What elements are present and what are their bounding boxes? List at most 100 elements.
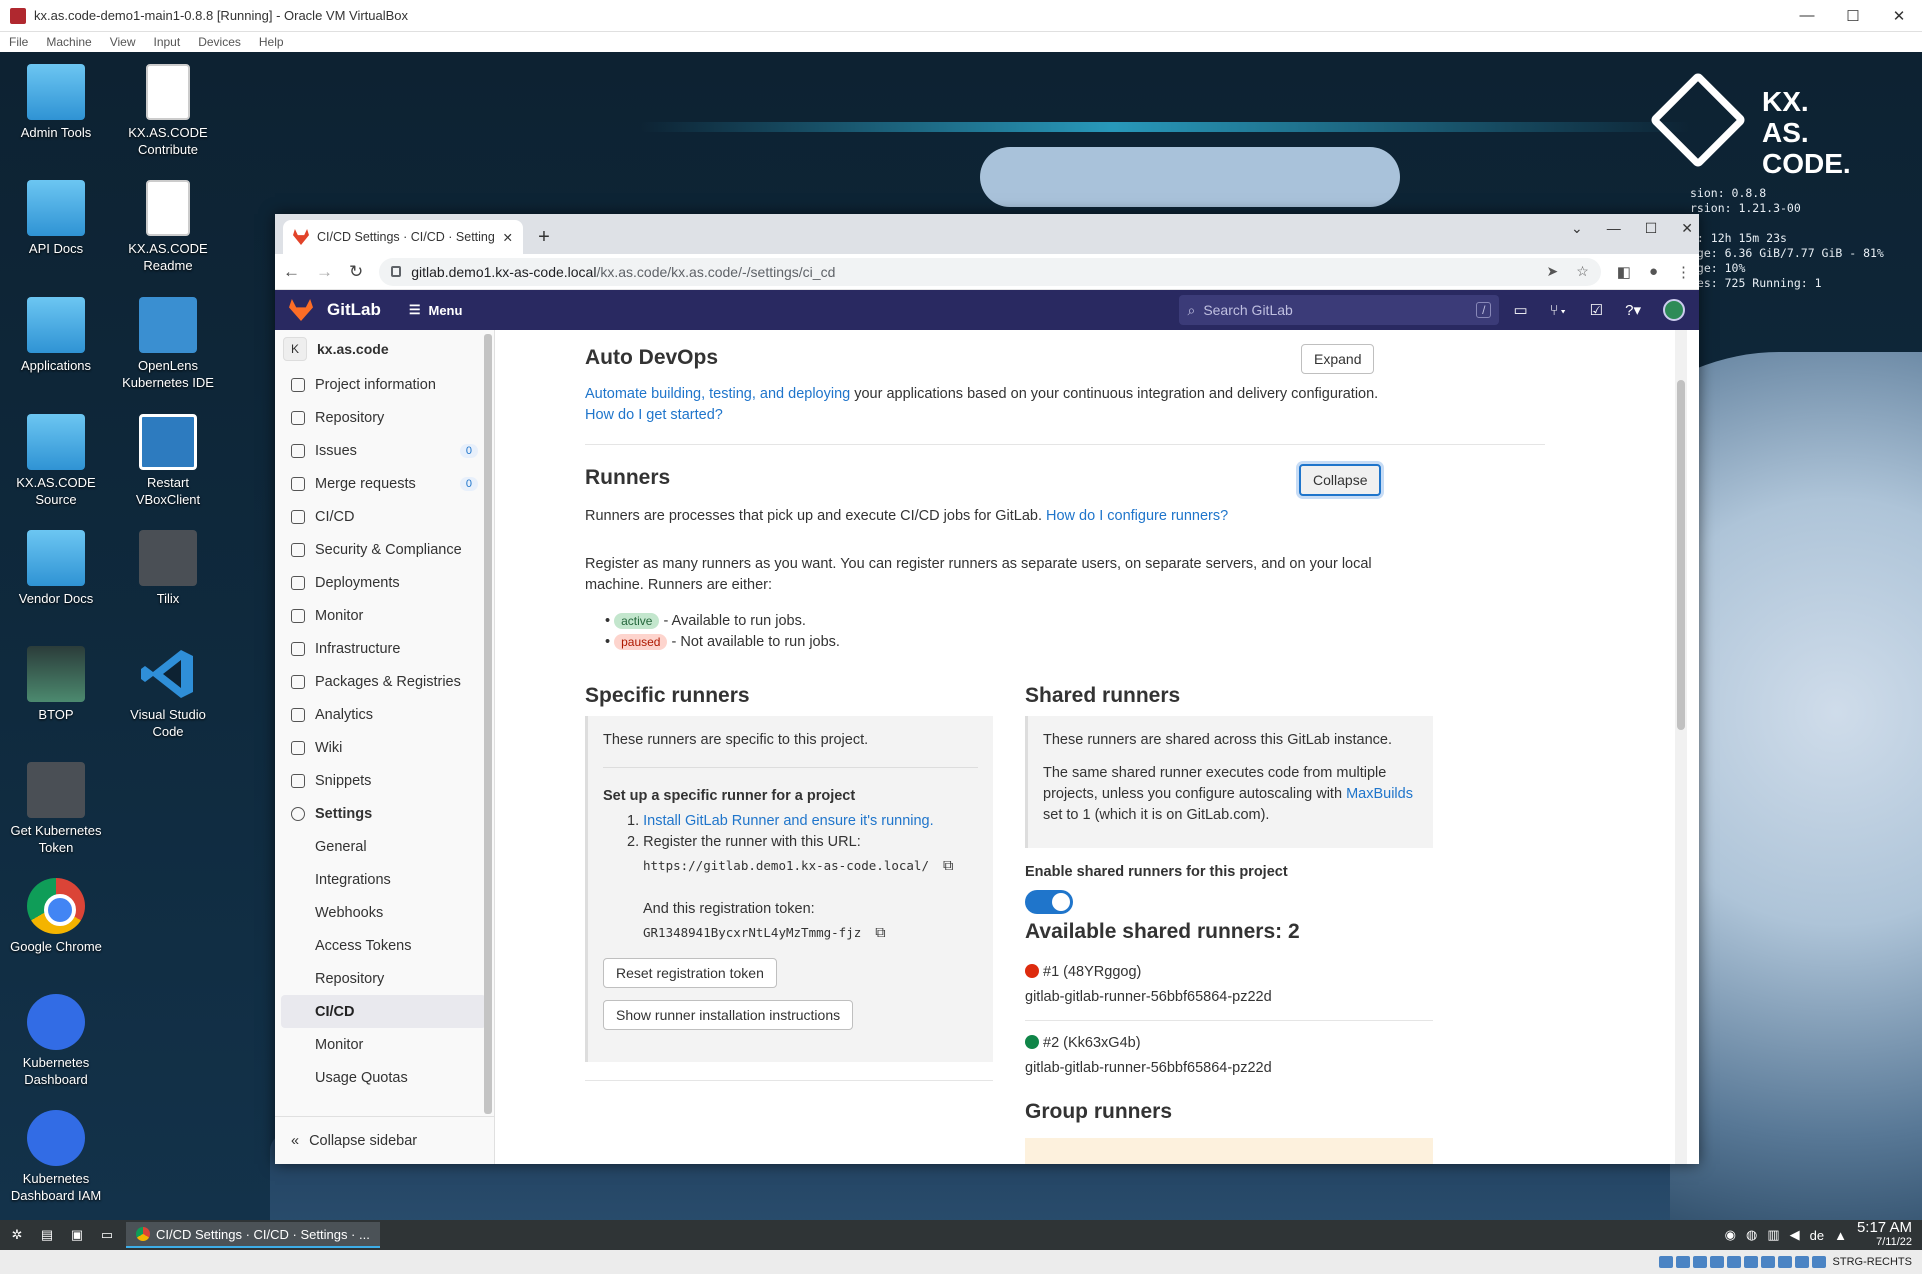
sidebar-sub-webhooks[interactable]: Webhooks — [275, 896, 494, 929]
desktop-icon-applications[interactable]: Applications — [6, 297, 106, 374]
gitlab-brand[interactable]: GitLab — [327, 300, 381, 320]
bookmark-star-icon[interactable]: ☆ — [1576, 263, 1589, 280]
tab-close-icon[interactable]: ✕ — [503, 230, 513, 245]
configure-runners-link[interactable]: How do I configure runners? — [1046, 508, 1228, 524]
sidebar-item-settings[interactable]: Settings — [275, 797, 494, 830]
copy-icon[interactable]: ⧉ — [875, 925, 885, 941]
menu-file[interactable]: File — [9, 35, 28, 49]
sidebar-item-security[interactable]: Security & Compliance — [275, 533, 494, 566]
sidebar-item-packages[interactable]: Packages & Registries — [275, 665, 494, 698]
copy-icon[interactable]: ⧉ — [943, 858, 953, 874]
desktop-icon-tilix[interactable]: Tilix — [118, 530, 218, 607]
shared-runners-toggle[interactable] — [1025, 890, 1073, 914]
sidebar-item-monitor[interactable]: Monitor — [275, 599, 494, 632]
todo-icon[interactable]: ☑ — [1590, 301, 1603, 319]
clock[interactable]: 5:17 AM 7/11/22 — [1857, 1220, 1912, 1249]
sidebar-sub-cicd[interactable]: CI/CD — [281, 995, 486, 1028]
menu-help[interactable]: Help — [259, 35, 284, 49]
content-scrollbar[interactable] — [1675, 330, 1687, 1164]
sidebar-item-analytics[interactable]: Analytics — [275, 698, 494, 731]
app-launcher-icon[interactable]: ✲ — [4, 1224, 30, 1246]
menu-input[interactable]: Input — [154, 35, 181, 49]
browser-tab[interactable]: CI/CD Settings · CI/CD · Settings ✕ — [283, 220, 523, 254]
maxbuilds-link[interactable]: MaxBuilds — [1346, 786, 1413, 802]
side-panel-icon[interactable]: ◧ — [1617, 263, 1631, 281]
minimize-icon[interactable]: — — [1784, 7, 1830, 25]
desktop-icon-k8s-dashboard-iam[interactable]: Kubernetes Dashboard IAM — [6, 1110, 106, 1204]
kebab-menu-icon[interactable]: ⋮ — [1676, 263, 1691, 281]
auto-devops-link[interactable]: Automate building, testing, and deployin… — [585, 386, 850, 402]
reload-icon[interactable]: ↻ — [349, 262, 363, 282]
clipboard-icon[interactable]: ▥ — [1767, 1227, 1779, 1243]
close-icon[interactable]: ✕ — [1681, 220, 1693, 237]
send-icon[interactable]: ➤ — [1546, 263, 1558, 280]
sidebar-project[interactable]: K kx.as.code — [275, 330, 494, 368]
desktop-icon-kx-readme[interactable]: KX.AS.CODE Readme — [118, 180, 218, 274]
desktop-icon-k8s-dashboard[interactable]: Kubernetes Dashboard — [6, 994, 106, 1088]
sidebar-item-deployments[interactable]: Deployments — [275, 566, 494, 599]
desktop-icon-vscode[interactable]: Visual Studio Code — [118, 646, 218, 740]
search-input[interactable]: ⌕ Search GitLab / — [1179, 295, 1500, 325]
sidebar-sub-monitor[interactable]: Monitor — [275, 1028, 494, 1061]
reset-token-button[interactable]: Reset registration token — [603, 958, 777, 988]
maximize-icon[interactable]: ☐ — [1645, 220, 1658, 237]
sidebar-sub-usage-quotas[interactable]: Usage Quotas — [275, 1061, 494, 1094]
expand-button[interactable]: Expand — [1301, 344, 1375, 374]
sidebar-sub-general[interactable]: General — [275, 830, 494, 863]
desktop-icon-api-docs[interactable]: API Docs — [6, 180, 106, 257]
minimize-icon[interactable]: — — [1607, 220, 1621, 237]
taskbar-task-chrome[interactable]: CI/CD Settings · CI/CD · Settings · ... — [126, 1222, 380, 1248]
folder-icon[interactable]: ▭ — [94, 1224, 120, 1246]
tab-search-icon[interactable]: ⌄ — [1571, 220, 1583, 237]
menu-devices[interactable]: Devices — [198, 35, 241, 49]
sidebar-item-merge-requests[interactable]: Merge requests 0 — [275, 467, 494, 500]
code-review-icon[interactable]: ▭ — [1513, 301, 1527, 319]
install-runner-link[interactable]: Install GitLab Runner and ensure it's ru… — [643, 813, 934, 829]
desktop-pager-icon[interactable]: ▤ — [34, 1224, 60, 1246]
desktop-icon-kx-contribute[interactable]: KX.AS.CODE Contribute — [118, 64, 218, 158]
menu-button[interactable]: ☰ Menu — [409, 302, 463, 318]
menu-machine[interactable]: Machine — [46, 35, 91, 49]
tray-icon[interactable]: ◍ — [1746, 1227, 1757, 1243]
collapse-button[interactable]: Collapse — [1299, 464, 1382, 496]
sidebar-item-issues[interactable]: Issues 0 — [275, 434, 494, 467]
forward-icon[interactable]: → — [316, 262, 333, 282]
chevron-up-icon[interactable]: ▲ — [1834, 1228, 1847, 1243]
show-install-instructions-button[interactable]: Show runner installation instructions — [603, 1000, 854, 1030]
help-icon[interactable]: ?▾ — [1625, 301, 1641, 319]
desktop-icon-admin-tools[interactable]: Admin Tools — [6, 64, 106, 141]
desktop-icon-openlens[interactable]: OpenLens Kubernetes IDE — [118, 297, 218, 391]
desktop-icon-kx-source[interactable]: KX.AS.CODE Source — [6, 414, 106, 508]
new-tab-button[interactable]: + — [529, 222, 559, 252]
gitlab-logo-icon[interactable] — [289, 299, 313, 321]
desktop-icon-google-chrome[interactable]: Google Chrome — [6, 878, 106, 955]
desktop-icon-restart-vboxclient[interactable]: Restart VBoxClient — [118, 414, 218, 508]
omnibox[interactable]: gitlab.demo1.kx-as-code.local/kx.as.code… — [379, 257, 1601, 286]
sidebar-item-infrastructure[interactable]: Infrastructure — [275, 632, 494, 665]
sidebar-item-cicd[interactable]: CI/CD — [275, 500, 494, 533]
sidebar-item-repository[interactable]: Repository — [275, 401, 494, 434]
get-started-link[interactable]: How do I get started? — [585, 407, 723, 423]
desktop-icon-vendor-docs[interactable]: Vendor Docs — [6, 530, 106, 607]
merge-request-icon[interactable]: ⑂▾ — [1550, 302, 1568, 319]
sidebar-sub-repository[interactable]: Repository — [275, 962, 494, 995]
back-icon[interactable]: ← — [283, 262, 300, 282]
close-icon[interactable]: ✕ — [1876, 7, 1922, 25]
volume-icon[interactable]: ◀ — [1790, 1227, 1800, 1243]
maximize-icon[interactable]: ☐ — [1830, 7, 1876, 25]
files-icon[interactable]: ▣ — [64, 1224, 90, 1246]
sidebar-scrollbar[interactable] — [484, 334, 492, 1114]
avatar[interactable] — [1663, 299, 1685, 321]
menu-view[interactable]: View — [110, 35, 136, 49]
tray-icon[interactable]: ◉ — [1725, 1227, 1736, 1243]
profile-icon[interactable]: ● — [1649, 263, 1658, 281]
collapse-sidebar-button[interactable]: «Collapse sidebar — [275, 1116, 495, 1164]
keyboard-layout[interactable]: de — [1810, 1228, 1824, 1243]
sidebar-sub-integrations[interactable]: Integrations — [275, 863, 494, 896]
sidebar-item-wiki[interactable]: Wiki — [275, 731, 494, 764]
sidebar-item-snippets[interactable]: Snippets — [275, 764, 494, 797]
sidebar-item-project-information[interactable]: Project information — [275, 368, 494, 401]
sidebar-sub-access-tokens[interactable]: Access Tokens — [275, 929, 494, 962]
desktop-icon-get-k8s-token[interactable]: Get Kubernetes Token — [6, 762, 106, 856]
desktop-icon-btop[interactable]: BTOP — [6, 646, 106, 723]
